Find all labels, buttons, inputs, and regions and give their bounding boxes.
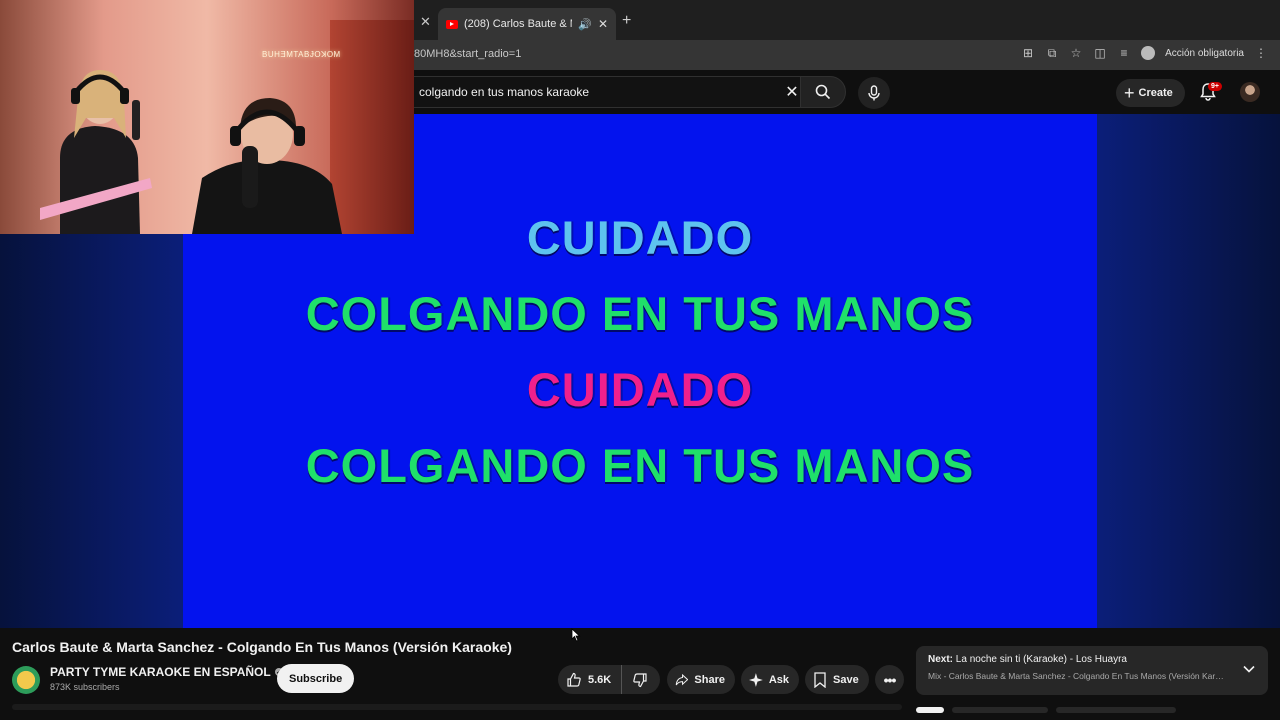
lyric-line-4: COLGANDO EN TUS MANOS [305, 439, 975, 492]
dislike-button[interactable] [622, 665, 658, 694]
search-button[interactable] [800, 76, 846, 108]
like-count: 5.6K [588, 673, 612, 686]
mouse-cursor-icon [571, 628, 581, 642]
chevron-down-icon[interactable] [1242, 662, 1256, 676]
thumbs-up-icon [567, 672, 581, 687]
save-button[interactable]: Save [805, 665, 869, 694]
next-mix-title: Mix - Carlos Baute & Marta Sanchez - Col… [928, 671, 1228, 681]
more-actions-button[interactable]: ••• [875, 665, 904, 694]
next-title: La noche sin ti (Karaoke) - Los Huayra [955, 654, 1127, 665]
browser-toolbar: ⊞ ⧉ ☆ ◫ ≡ Acción obligatoria ⋮ [1021, 46, 1268, 60]
chip[interactable] [916, 707, 944, 713]
chip-row [916, 707, 1176, 713]
tab-youtube[interactable]: (208) Carlos Baute & Mar 🔊 ✕ [438, 8, 616, 40]
save-label: Save [833, 673, 859, 686]
tab-close-icon[interactable]: ✕ [598, 17, 608, 31]
subscribe-button[interactable]: Subscribe [277, 664, 355, 693]
plus-icon: + [1124, 83, 1135, 103]
profile-action-label[interactable]: Acción obligatoria [1165, 48, 1244, 59]
channel-avatar[interactable] [12, 666, 40, 694]
microphone-icon [868, 85, 880, 101]
webcam-curtain [330, 20, 414, 234]
video-title: Carlos Baute & Marta Sanchez - Colgando … [12, 639, 512, 655]
share-label: Share [694, 673, 725, 686]
media-controls-icon[interactable]: ≡ [1117, 46, 1131, 60]
youtube-favicon-icon [446, 19, 458, 29]
ask-button[interactable]: Ask [741, 665, 799, 694]
close-icon[interactable]: ✕ [420, 14, 431, 30]
channel-name[interactable]: PARTY TYME KARAOKE EN ESPAÑOL ✓ [50, 665, 283, 679]
chip[interactable] [952, 707, 1048, 713]
lyric-line-2: COLGANDO EN TUS MANOS [305, 287, 975, 340]
search-input[interactable]: colgando en tus manos karaoke ✕ [410, 76, 806, 108]
more-horizontal-icon: ••• [883, 671, 897, 688]
sparkle-icon [749, 672, 763, 687]
neon-sign: BUHƎMTABɈOꓘOM [262, 50, 341, 59]
like-dislike-group: 5.6K [558, 665, 660, 694]
subscriber-count: 873K subscribers [50, 682, 120, 692]
bottom-strip [12, 704, 902, 710]
voice-search-button[interactable] [858, 77, 890, 109]
person-right-with-headphones [192, 98, 342, 234]
create-button[interactable]: + Create [1116, 79, 1185, 107]
ask-label: Ask [768, 673, 789, 686]
new-tab-plus-icon[interactable]: + [622, 12, 631, 30]
webcam-overlay: BUHƎMTABɈOꓘOM [0, 0, 414, 234]
next-up-line: Next: La noche sin ti (Karaoke) - Los Hu… [928, 654, 1256, 665]
watch-details: Carlos Baute & Marta Sanchez - Colgando … [0, 628, 1280, 720]
share-button[interactable]: Share [667, 665, 735, 694]
share-arrow-icon [675, 673, 689, 685]
search-icon [815, 84, 831, 100]
channel-name-text: PARTY TYME KARAOKE EN ESPAÑOL [50, 665, 271, 679]
install-icon[interactable]: ⧉ [1045, 46, 1059, 60]
create-label: Create [1138, 87, 1173, 99]
next-up-card[interactable]: Next: La noche sin ti (Karaoke) - Los Hu… [916, 646, 1268, 695]
chip[interactable] [1056, 707, 1176, 713]
kebab-menu-icon[interactable]: ⋮ [1254, 46, 1268, 60]
url-text[interactable]: 80MH8&start_radio=1 [414, 48, 521, 60]
person-left-with-headphones [40, 70, 152, 234]
extensions-icon[interactable]: ◫ [1093, 46, 1107, 60]
screen: ✕ (208) Carlos Baute & Mar 🔊 ✕ + 80MH8&s… [0, 0, 1280, 720]
bookmark-star-icon[interactable]: ☆ [1069, 46, 1083, 60]
tab-title: (208) Carlos Baute & Mar [464, 18, 572, 30]
lyric-line-3: CUIDADO [526, 363, 754, 416]
speaker-icon[interactable]: 🔊 [578, 18, 592, 31]
translate-icon[interactable]: ⊞ [1021, 46, 1035, 60]
like-button[interactable]: 5.6K [558, 665, 623, 694]
bookmark-icon [814, 671, 826, 688]
next-prefix: Next: [928, 654, 954, 665]
thumbs-down-icon [633, 672, 647, 687]
account-avatar[interactable] [1240, 82, 1260, 102]
profile-icon[interactable] [1141, 46, 1156, 60]
search-query[interactable]: colgando en tus manos karaoke [419, 85, 778, 99]
notification-badge: 9+ [1208, 82, 1222, 91]
